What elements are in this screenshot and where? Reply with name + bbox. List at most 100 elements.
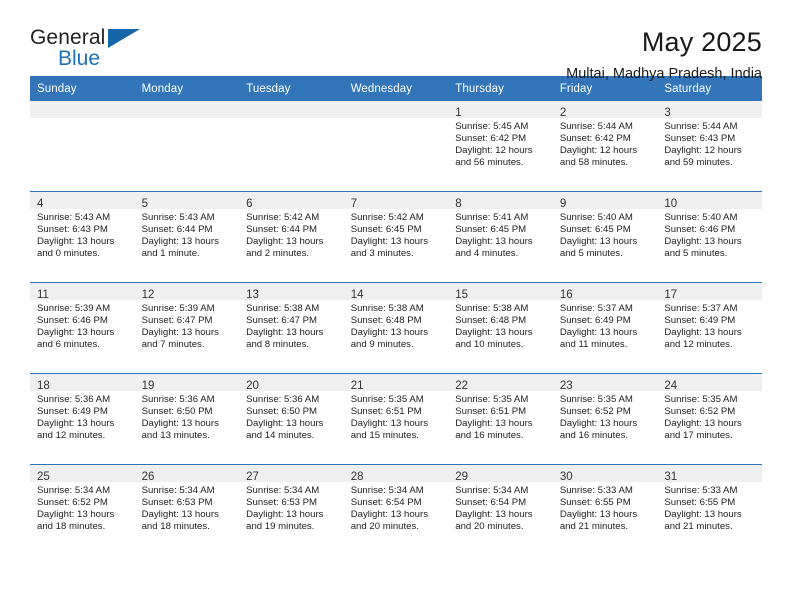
- day-info-line: Daylight: 13 hours: [664, 327, 742, 339]
- calendar-day-cell[interactable]: 20 Sunrise: 5:36 AM Sunset: 6:50 PM Dayligh…: [239, 373, 344, 465]
- day-cell-inner: 28 Sunrise: 5:34 AM Sunset: 6:54 PM Dayligh…: [343, 465, 449, 555]
- calendar-day-cell[interactable]: 24 Sunrise: 5:35 AM Sunset: 6:52 PM Dayligh…: [657, 373, 762, 465]
- calendar-day-cell[interactable]: 29 Sunrise: 5:34 AM Sunset: 6:54 PM Dayligh…: [448, 464, 553, 555]
- day-cell-inner: [134, 101, 240, 191]
- day-info-line: Sunrise: 5:45 AM: [455, 121, 529, 132]
- day-info-line: Sunset: 6:43 PM: [37, 224, 108, 236]
- weekday-header-monday: Monday: [134, 76, 240, 101]
- day-info-line: Sunrise: 5:35 AM: [559, 394, 633, 405]
- calendar-day-cell[interactable]: 6 Sunrise: 5:42 AM Sunset: 6:44 PM Daylight…: [239, 191, 344, 283]
- day-info-line: and 13 minutes.: [141, 430, 210, 442]
- calendar-day-cell-empty: [134, 101, 240, 192]
- calendar-day-cell[interactable]: 7 Sunrise: 5:42 AM Sunset: 6:45 PM Daylight…: [343, 191, 449, 283]
- day-info-line: Sunset: 6:43 PM: [664, 133, 736, 145]
- calendar-day-cell[interactable]: 9 Sunrise: 5:40 AM Sunset: 6:45 PM Daylight…: [552, 191, 658, 283]
- day-info-line: Sunset: 6:55 PM: [559, 497, 631, 509]
- calendar-day-cell[interactable]: 17 Sunrise: 5:37 AM Sunset: 6:49 PM Dayligh…: [657, 282, 762, 374]
- day-number-band: 18: [30, 374, 135, 392]
- calendar-day-cell[interactable]: 10 Sunrise: 5:40 AM Sunset: 6:46 PM Dayligh…: [657, 191, 762, 283]
- calendar-day-cell[interactable]: 22 Sunrise: 5:35 AM Sunset: 6:51 PM Dayligh…: [448, 373, 553, 465]
- day-info-line: Sunset: 6:44 PM: [246, 224, 318, 236]
- day-info-line: Daylight: 13 hours: [246, 236, 324, 248]
- day-sun-info: Sunrise: 5:39 AM Sunset: 6:46 PM Daylight:…: [30, 300, 135, 351]
- calendar-day-cell[interactable]: 2 Sunrise: 5:44 AM Sunset: 6:42 PM Daylight…: [552, 101, 658, 192]
- weekday-header-tuesday: Tuesday: [239, 76, 344, 101]
- calendar-day-cell[interactable]: 11 Sunrise: 5:39 AM Sunset: 6:46 PM Dayligh…: [30, 282, 135, 374]
- day-number-band: 5: [134, 192, 240, 210]
- day-info-line: Daylight: 13 hours: [664, 236, 742, 248]
- calendar-day-cell[interactable]: 1 Sunrise: 5:45 AM Sunset: 6:42 PM Daylight…: [448, 101, 553, 192]
- day-number-band: 2: [552, 101, 658, 119]
- day-info-line: Sunset: 6:52 PM: [664, 406, 736, 418]
- day-number-band: 9: [552, 192, 658, 210]
- day-sun-info: Sunrise: 5:33 AM Sunset: 6:55 PM Daylight:…: [553, 482, 658, 533]
- day-number: 11: [37, 289, 49, 301]
- calendar-day-cell[interactable]: 13 Sunrise: 5:38 AM Sunset: 6:47 PM Dayligh…: [239, 282, 344, 374]
- day-number: 4: [37, 198, 44, 210]
- day-info-line: Sunrise: 5:34 AM: [141, 485, 215, 496]
- day-sun-info: Sunrise: 5:45 AM Sunset: 6:42 PM Daylight:…: [448, 118, 553, 169]
- day-cell-inner: 15 Sunrise: 5:38 AM Sunset: 6:48 PM Dayligh…: [448, 283, 553, 373]
- calendar-day-cell[interactable]: 28 Sunrise: 5:34 AM Sunset: 6:54 PM Dayligh…: [343, 464, 449, 555]
- day-info-line: Daylight: 13 hours: [559, 327, 638, 339]
- calendar-day-cell[interactable]: 5 Sunrise: 5:43 AM Sunset: 6:44 PM Daylight…: [134, 191, 240, 283]
- day-info-line: Daylight: 13 hours: [141, 236, 219, 248]
- day-info-line: and 18 minutes.: [141, 521, 210, 533]
- calendar-day-cell[interactable]: 15 Sunrise: 5:38 AM Sunset: 6:48 PM Dayligh…: [448, 282, 553, 374]
- day-cell-inner: 1 Sunrise: 5:45 AM Sunset: 6:42 PM Daylight…: [448, 101, 553, 191]
- day-number: 7: [350, 198, 358, 210]
- calendar-day-cell-empty: [239, 101, 344, 192]
- day-info-line: Sunrise: 5:39 AM: [37, 303, 111, 314]
- calendar-day-cell[interactable]: 26 Sunrise: 5:34 AM Sunset: 6:53 PM Dayligh…: [134, 464, 240, 555]
- day-cell-inner: 8 Sunrise: 5:41 AM Sunset: 6:45 PM Daylight…: [448, 192, 553, 282]
- day-sun-info: Sunrise: 5:35 AM Sunset: 6:52 PM Daylight:…: [553, 391, 658, 442]
- day-info-line: Daylight: 13 hours: [350, 327, 429, 339]
- day-number: 27: [246, 471, 259, 483]
- calendar-day-cell[interactable]: 23 Sunrise: 5:35 AM Sunset: 6:52 PM Dayligh…: [552, 373, 658, 465]
- calendar-day-cell[interactable]: 8 Sunrise: 5:41 AM Sunset: 6:45 PM Daylight…: [448, 191, 553, 283]
- calendar-day-cell[interactable]: 30 Sunrise: 5:33 AM Sunset: 6:55 PM Dayligh…: [552, 464, 658, 555]
- day-info-line: Sunrise: 5:42 AM: [350, 212, 424, 223]
- day-info-line: Sunset: 6:54 PM: [350, 497, 422, 509]
- day-info-line: and 0 minutes.: [37, 248, 100, 260]
- title-block: May 2025 Multai, Madhya Pradesh, India: [566, 26, 762, 84]
- day-info-line: and 58 minutes.: [559, 157, 629, 169]
- day-number: 31: [664, 471, 678, 483]
- day-cell-inner: [239, 101, 344, 191]
- calendar-day-cell[interactable]: 19 Sunrise: 5:36 AM Sunset: 6:50 PM Dayligh…: [134, 373, 240, 465]
- day-info-line: and 11 minutes.: [559, 339, 628, 351]
- day-cell-inner: 27 Sunrise: 5:34 AM Sunset: 6:53 PM Dayligh…: [239, 465, 344, 555]
- day-info-line: Sunset: 6:42 PM: [455, 133, 527, 145]
- day-info-line: Sunset: 6:55 PM: [664, 497, 736, 509]
- calendar-day-cell[interactable]: 14 Sunrise: 5:38 AM Sunset: 6:48 PM Dayligh…: [343, 282, 449, 374]
- calendar-day-cell[interactable]: 12 Sunrise: 5:39 AM Sunset: 6:47 PM Dayligh…: [134, 282, 240, 374]
- calendar-page: General Blue May 2025 Multai, Madhya Pra…: [0, 0, 792, 612]
- day-cell-inner: 6 Sunrise: 5:42 AM Sunset: 6:44 PM Daylight…: [239, 192, 344, 282]
- day-info-line: Sunrise: 5:34 AM: [37, 485, 111, 496]
- day-info-line: and 20 minutes.: [455, 521, 524, 533]
- day-info-line: Sunrise: 5:36 AM: [37, 394, 111, 405]
- day-info-line: and 9 minutes.: [350, 339, 414, 351]
- calendar-day-cell[interactable]: 16 Sunrise: 5:37 AM Sunset: 6:49 PM Dayligh…: [552, 282, 658, 374]
- day-sun-info: Sunrise: 5:34 AM Sunset: 6:54 PM Daylight:…: [344, 482, 449, 533]
- day-sun-info: Sunrise: 5:38 AM Sunset: 6:47 PM Daylight:…: [239, 300, 344, 351]
- calendar-day-cell[interactable]: 27 Sunrise: 5:34 AM Sunset: 6:53 PM Dayligh…: [239, 464, 344, 555]
- day-number: 26: [141, 471, 155, 483]
- day-sun-info: Sunrise: 5:40 AM Sunset: 6:45 PM Daylight:…: [553, 209, 658, 260]
- day-info-line: Daylight: 13 hours: [455, 418, 533, 430]
- calendar-day-cell[interactable]: 31 Sunrise: 5:33 AM Sunset: 6:55 PM Dayligh…: [657, 464, 762, 555]
- day-info-line: Daylight: 13 hours: [246, 509, 324, 521]
- day-info-line: and 18 minutes.: [37, 521, 106, 533]
- day-info-line: Daylight: 13 hours: [37, 418, 115, 430]
- general-blue-logo[interactable]: General Blue: [30, 26, 160, 78]
- calendar-day-cell[interactable]: 3 Sunrise: 5:44 AM Sunset: 6:43 PM Daylight…: [657, 101, 762, 192]
- calendar-day-cell[interactable]: 21 Sunrise: 5:35 AM Sunset: 6:51 PM Dayligh…: [343, 373, 449, 465]
- calendar-day-cell[interactable]: 25 Sunrise: 5:34 AM Sunset: 6:52 PM Dayligh…: [30, 464, 135, 555]
- day-info-line: Sunset: 6:48 PM: [350, 315, 422, 327]
- calendar-day-cell[interactable]: 4 Sunrise: 5:43 AM Sunset: 6:43 PM Daylight…: [30, 191, 135, 283]
- day-number: 30: [559, 471, 573, 483]
- day-info-line: Sunset: 6:49 PM: [664, 315, 736, 327]
- day-info-line: Daylight: 13 hours: [664, 418, 742, 430]
- day-cell-inner: 19 Sunrise: 5:36 AM Sunset: 6:50 PM Dayligh…: [134, 374, 240, 464]
- calendar-day-cell[interactable]: 18 Sunrise: 5:36 AM Sunset: 6:49 PM Dayligh…: [30, 373, 135, 465]
